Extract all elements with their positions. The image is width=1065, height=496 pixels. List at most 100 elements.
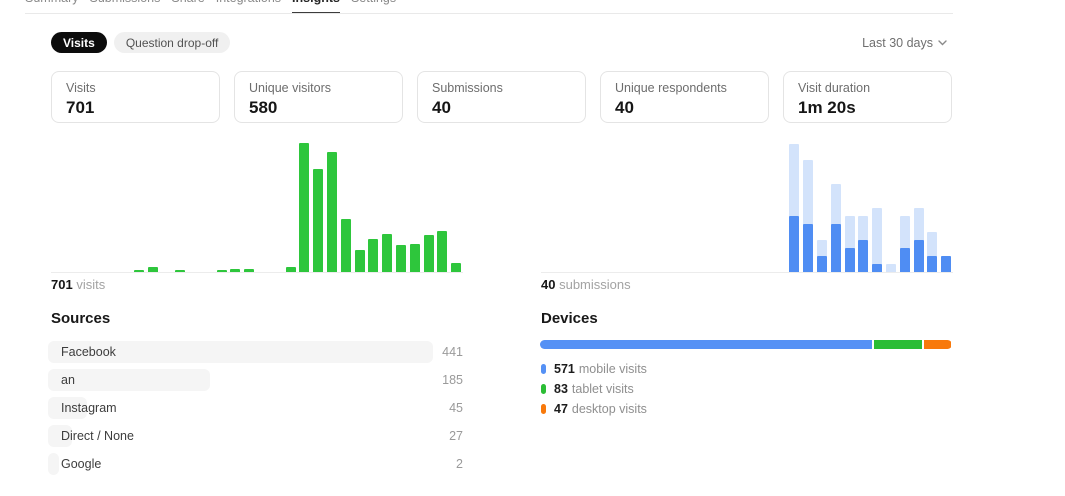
date-range-label: Last 30 days: [862, 36, 933, 50]
submissions-bar-day-23[interactable]: [858, 216, 869, 272]
submissions-bar-day-22[interactable]: [844, 216, 855, 272]
nav-tab-share[interactable]: Share: [171, 0, 204, 14]
total-segment: [872, 208, 883, 272]
device-count: 47: [554, 402, 568, 416]
date-range-dropdown[interactable]: Last 30 days: [862, 36, 947, 50]
visits-bar-day-21[interactable]: [340, 219, 351, 272]
visits-bar-day-14[interactable]: [244, 269, 255, 272]
desktop-dot-icon: [541, 404, 546, 414]
stat-value: 1m 20s: [798, 98, 856, 117]
stat-card-visits: Visits 701: [51, 71, 220, 123]
nav-tab-settings[interactable]: Settings: [351, 0, 396, 14]
submissions-segment: [789, 216, 800, 272]
visits-bar-day-13[interactable]: [230, 269, 241, 272]
visits-bar-day-24[interactable]: [382, 234, 393, 272]
submissions-segment: [927, 256, 938, 272]
device-legend-row-tablet: 83 tablet visits: [541, 382, 647, 396]
device-count: 83: [554, 382, 568, 396]
sources-list: Facebook 441 an 185 Instagram 45 Direct / None…: [48, 341, 463, 481]
submissions-segment: [913, 240, 924, 272]
stat-label: Visits: [66, 81, 96, 95]
submissions-segment: [872, 264, 883, 272]
visits-bar-day-9[interactable]: [175, 270, 186, 272]
source-count: 441: [442, 345, 463, 359]
chevron-down-icon: [938, 40, 947, 46]
visits-bar-day-22[interactable]: [354, 250, 365, 272]
visits-count: 701: [51, 277, 73, 292]
submissions-bar-day-29[interactable]: [941, 256, 952, 272]
stat-label: Submissions: [432, 81, 503, 95]
stat-cards-row: Visits 701 Unique visitors 580 Submissio…: [51, 71, 952, 123]
visits-bar-day-19[interactable]: [313, 169, 324, 272]
source-count: 27: [449, 429, 463, 443]
source-label: Instagram: [61, 401, 117, 415]
nav-tab-submissions[interactable]: Submissions: [89, 0, 160, 14]
visits-bar-day-6[interactable]: [133, 270, 144, 272]
visits-pill[interactable]: Visits: [51, 32, 107, 53]
stat-value: 40: [432, 98, 451, 117]
nav-tab-integrations[interactable]: Integrations: [216, 0, 281, 14]
submissions-segment: [941, 256, 952, 272]
submissions-segment: [899, 248, 910, 272]
stat-label: Unique visitors: [249, 81, 331, 95]
device-label: mobile visits: [578, 362, 647, 376]
source-row-an: an 185: [48, 369, 463, 391]
view-toggle: Visits Question drop-off: [51, 32, 952, 53]
visits-bar-day-18[interactable]: [299, 143, 310, 272]
mobile-dot-icon: [541, 364, 546, 374]
nav-tab-insights[interactable]: Insights: [292, 0, 340, 14]
visits-bar-day-7[interactable]: [147, 267, 158, 272]
visits-bar-day-12[interactable]: [216, 270, 227, 272]
submissions-bar-day-19[interactable]: [803, 160, 814, 272]
device-segment-desktop: [924, 340, 951, 349]
device-legend-row-mobile: 571 mobile visits: [541, 362, 647, 376]
visits-bar-day-20[interactable]: [327, 152, 337, 272]
insights-page: Summary Submissions Share Integrations Insig…: [0, 0, 1065, 496]
visits-bar-day-29[interactable]: [451, 263, 462, 272]
device-legend-row-desktop: 47 desktop visits: [541, 402, 647, 416]
device-count: 571: [554, 362, 575, 376]
source-count: 185: [442, 373, 463, 387]
visits-count-label: visits: [76, 277, 106, 292]
device-segment-mobile: [540, 340, 872, 349]
stat-card-submissions: Submissions 40: [417, 71, 586, 123]
stat-label: Unique respondents: [615, 81, 727, 95]
visits-bar-day-23[interactable]: [368, 239, 379, 272]
source-label: an: [61, 373, 75, 387]
stat-value: 40: [615, 98, 634, 117]
form-nav-tabs: Summary Submissions Share Integrations Insig…: [25, 0, 396, 14]
submissions-segment: [830, 224, 841, 272]
visits-bar-day-28[interactable]: [437, 231, 448, 272]
submissions-segment: [817, 256, 827, 272]
submissions-segment: [858, 240, 869, 272]
submissions-bar-day-26[interactable]: [899, 216, 910, 272]
source-label: Direct / None: [61, 429, 134, 443]
source-label: Facebook: [61, 345, 116, 359]
visits-bar-day-27[interactable]: [423, 235, 434, 272]
submissions-bar-day-27[interactable]: [913, 208, 924, 272]
submissions-bar-day-21[interactable]: [830, 184, 841, 272]
visits-bar-day-26[interactable]: [409, 244, 420, 272]
question-dropoff-pill[interactable]: Question drop-off: [113, 32, 231, 53]
nav-divider: [25, 13, 953, 14]
nav-tab-summary[interactable]: Summary: [25, 0, 78, 14]
submissions-bar-day-20[interactable]: [817, 240, 827, 272]
device-segment-tablet: [874, 340, 922, 349]
visits-chart-summary: 701 visits: [51, 277, 105, 292]
visits-bar-day-17[interactable]: [285, 267, 296, 272]
visits-bar-day-25[interactable]: [396, 245, 406, 272]
submissions-count: 40: [541, 277, 556, 292]
devices-legend: 571 mobile visits 83 tablet visits 47 desktop…: [541, 362, 647, 422]
source-count: 45: [449, 401, 463, 415]
submissions-bar-day-18[interactable]: [789, 144, 800, 272]
submissions-bar-day-25[interactable]: [886, 264, 896, 272]
submissions-segment: [844, 248, 855, 272]
source-row-facebook: Facebook 441: [48, 341, 463, 363]
submissions-segment: [803, 224, 814, 272]
submissions-bar-day-24[interactable]: [872, 208, 883, 272]
stat-card-unique-respondents: Unique respondents 40: [600, 71, 769, 123]
source-proportion-bar: [48, 453, 59, 475]
stat-card-unique-visitors: Unique visitors 580: [234, 71, 403, 123]
submissions-bar-day-28[interactable]: [927, 232, 938, 272]
stat-label: Visit duration: [798, 81, 871, 95]
